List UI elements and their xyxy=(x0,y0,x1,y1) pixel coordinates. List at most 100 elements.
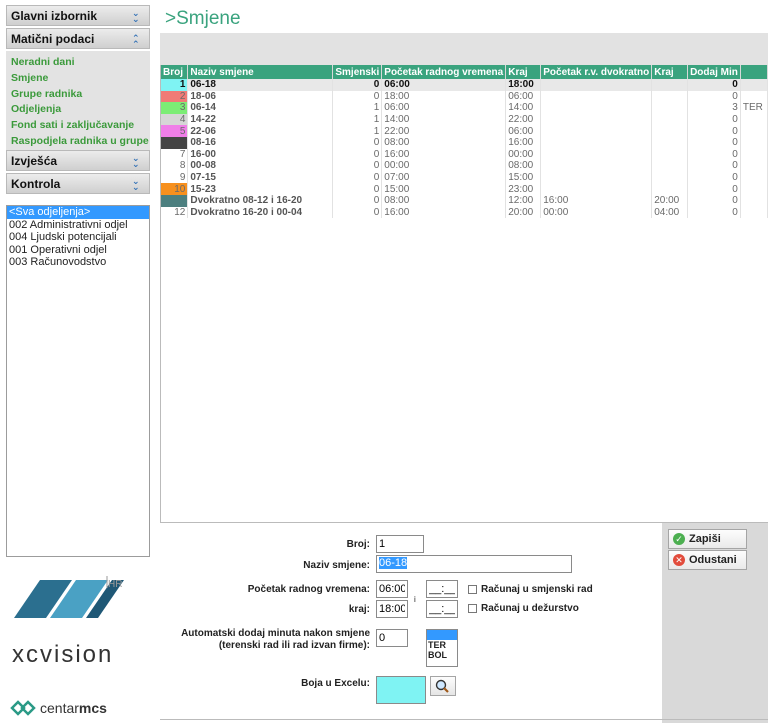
cell-naziv: 06-14 xyxy=(187,102,334,114)
department-item[interactable]: 002 Administrativni odjel xyxy=(7,219,149,232)
department-item[interactable]: 001 Operativni odjel xyxy=(7,244,149,257)
table-row[interactable]: 6 08-16 0 08:00 16:00 0 xyxy=(161,136,768,149)
table-row[interactable]: 8 00-08 0 00:00 08:00 0 xyxy=(161,160,768,172)
kraj2-input[interactable] xyxy=(426,600,458,618)
menu-section-izvjesca[interactable]: Izvješća ⌄ ⌄ xyxy=(6,150,150,171)
table-row[interactable]: 10 15-23 0 15:00 23:00 0 xyxy=(161,183,768,195)
cell-pocetak2 xyxy=(540,102,653,114)
xcvision-logo-graphic: HR xcvision xyxy=(12,576,124,668)
shifts-grid[interactable]: Broj Naziv smjene Smjenski Početak radno… xyxy=(160,65,768,523)
cell-dodaj: 0 xyxy=(687,206,741,219)
dodaj-type-option[interactable] xyxy=(427,630,457,640)
time-separator: i xyxy=(414,595,416,604)
cell-pocetak2 xyxy=(540,125,653,137)
submenu-item-smjene[interactable]: Smjene xyxy=(11,72,150,88)
department-item[interactable]: 004 Ljudski potencijali xyxy=(7,231,149,244)
smjenski-checkbox-label: Računaj u smjenski rad xyxy=(481,584,593,595)
table-row[interactable]: 5 22-06 1 22:00 06:00 0 xyxy=(161,125,768,137)
table-row[interactable]: 7 16-00 0 16:00 00:00 0 xyxy=(161,148,768,161)
naziv-input[interactable]: 06-18 xyxy=(376,555,572,573)
cell-dodaj: 0 xyxy=(687,171,741,184)
column-header[interactable]: Početak radnog vremena xyxy=(381,65,507,79)
cell-extra xyxy=(740,206,768,219)
cell-smjenski: 0 xyxy=(332,206,383,219)
cell-extra xyxy=(740,125,768,137)
cell-pocetak2 xyxy=(540,183,653,195)
dezurstvo-checkbox[interactable] xyxy=(468,604,477,613)
cell-kraj: 08:00 xyxy=(505,160,542,172)
department-item[interactable]: 003 Računovodstvo xyxy=(7,256,149,269)
pocetak-input[interactable] xyxy=(376,580,408,598)
column-header[interactable]: Kraj xyxy=(505,65,542,79)
cell-kraj: 22:00 xyxy=(505,113,542,126)
svg-text:centarmcs: centarmcs xyxy=(40,700,107,716)
cell-kraj: 23:00 xyxy=(505,183,542,195)
cell-kraj2 xyxy=(651,160,689,172)
submenu-item-grupe-radnika[interactable]: Grupe radnika xyxy=(11,88,150,104)
kraj-input[interactable] xyxy=(376,600,408,618)
column-header[interactable]: Broj xyxy=(161,65,189,79)
table-row[interactable]: 3 06-14 1 06:00 14:00 3 TER xyxy=(161,102,768,114)
column-header[interactable]: Smjenski xyxy=(332,65,383,79)
cell-pocetak: 00:00 xyxy=(381,160,507,172)
cell-smjenski: 0 xyxy=(332,194,383,207)
table-row[interactable]: 12 Dvokratno 16-20 i 00-04 0 16:00 20:00 00:0… xyxy=(161,206,768,219)
column-header[interactable]: Kraj xyxy=(651,65,689,79)
menu-section-kontrola[interactable]: Kontrola ⌄ ⌄ xyxy=(6,173,150,194)
cell-broj: 5 xyxy=(161,125,189,137)
smjenski-checkbox[interactable] xyxy=(468,585,477,594)
save-button-label: Zapiši xyxy=(689,533,721,545)
submenu-item-odjeljenja[interactable]: Odjeljenja xyxy=(11,103,150,119)
column-header[interactable]: Početak r.v. dvokratno xyxy=(540,65,653,79)
submenu-item-fond-sati[interactable]: Fond sati i zaključavanje xyxy=(11,119,150,135)
menu-section-glavni-izbornik[interactable]: Glavni izbornik ⌄ ⌄ xyxy=(6,5,150,26)
cell-pocetak: 16:00 xyxy=(381,148,507,161)
pocetak2-input[interactable] xyxy=(426,580,458,598)
cell-smjenski: 0 xyxy=(332,171,383,184)
column-header[interactable] xyxy=(740,65,768,79)
menu-section-label: Izvješća xyxy=(11,154,58,168)
checkmark-icon: ✓ xyxy=(673,533,685,545)
dodaj-minuta-input[interactable] xyxy=(376,629,408,647)
cell-smjenski: 0 xyxy=(332,160,383,172)
dodaj-type-option[interactable]: BOL xyxy=(427,650,457,660)
dodaj-type-list[interactable]: TER BOL xyxy=(426,629,458,667)
cell-broj: 1 xyxy=(161,79,189,91)
dodaj-type-option[interactable]: TER xyxy=(427,640,457,650)
cell-broj: 9 xyxy=(161,171,189,184)
cancel-button[interactable]: ✕ Odustani xyxy=(668,550,747,570)
cell-kraj: 06:00 xyxy=(505,90,542,103)
chevron-up-icon: ⌃ ⌃ xyxy=(132,33,140,49)
color-picker-button[interactable] xyxy=(430,676,456,696)
table-row[interactable]: 2 18-06 0 18:00 06:00 0 xyxy=(161,90,768,103)
cell-extra xyxy=(740,171,768,184)
column-header[interactable]: Naziv smjene xyxy=(187,65,334,79)
column-header[interactable]: Dodaj Min xyxy=(687,65,741,79)
table-row[interactable]: 1 06-18 0 06:00 18:00 0 xyxy=(161,79,768,91)
cell-kraj2 xyxy=(651,183,689,195)
cell-kraj2 xyxy=(651,102,689,114)
cell-naziv: Dvokratno 08-12 i 16-20 xyxy=(187,194,334,207)
cell-pocetak: 16:00 xyxy=(381,206,507,219)
cell-broj: 12 xyxy=(161,206,189,219)
pocetak-label: Početak radnog vremena: xyxy=(247,584,370,595)
cell-pocetak: 08:00 xyxy=(381,136,507,149)
submenu-item-raspodjela[interactable]: Raspodjela radnika u grupe xyxy=(11,135,150,151)
cell-kraj: 06:00 xyxy=(505,125,542,137)
cell-kraj2 xyxy=(651,136,689,149)
broj-input[interactable] xyxy=(376,535,424,553)
table-row[interactable]: 9 07-15 0 07:00 15:00 0 xyxy=(161,171,768,184)
department-item[interactable]: <Sva odjeljenja> xyxy=(7,206,149,219)
submenu-item-neradni-dani[interactable]: Neradni dani xyxy=(11,56,150,72)
centarmcs-logo-graphic: centarmcs xyxy=(10,700,107,716)
table-row[interactable]: 4 14-22 1 14:00 22:00 0 xyxy=(161,113,768,126)
table-row[interactable]: 11 Dvokratno 08-12 i 16-20 0 08:00 12:00 16:0… xyxy=(161,194,768,207)
chevron-down-icon: ⌄ ⌄ xyxy=(132,153,140,169)
cell-broj: 3 xyxy=(161,102,189,114)
menu-section-maticni-podaci[interactable]: Matični podaci ⌃ ⌃ xyxy=(6,28,150,49)
save-button[interactable]: ✓ Zapiši xyxy=(668,529,747,549)
cell-pocetak: 18:00 xyxy=(381,90,507,103)
shifts-table: Broj Naziv smjene Smjenski Početak radno… xyxy=(161,65,768,219)
sidebar: Glavni izbornik ⌄ ⌄ Matični podaci ⌃ ⌃ Ner… xyxy=(0,0,155,723)
department-list[interactable]: <Sva odjeljenja> 002 Administrativni odj… xyxy=(6,205,150,557)
